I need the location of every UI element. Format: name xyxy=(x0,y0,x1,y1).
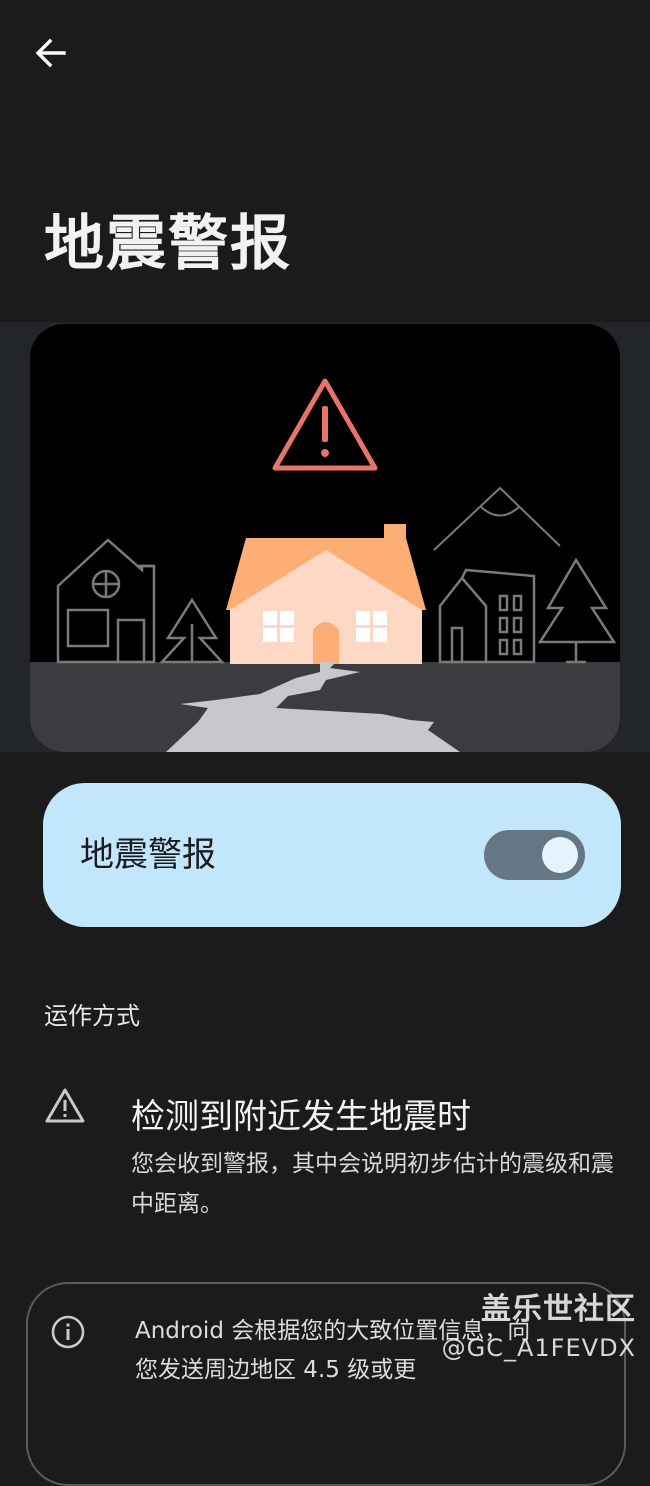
detect-item-title: 检测到附近发生地震时 xyxy=(131,1097,471,1137)
back-button[interactable] xyxy=(26,28,76,78)
arrow-left-icon xyxy=(35,38,66,68)
toggle-switch[interactable] xyxy=(484,830,585,880)
info-circle-icon xyxy=(51,1315,85,1349)
left-house-outline xyxy=(56,538,156,664)
earthquake-illustration xyxy=(30,324,620,752)
section-header: 运作方式 xyxy=(44,1002,140,1030)
tree-outline xyxy=(159,597,225,664)
mountain-outline xyxy=(433,486,561,551)
toggle-switch-thumb xyxy=(542,837,578,873)
page-title: 地震警报 xyxy=(44,209,292,279)
toggle-label: 地震警报 xyxy=(80,835,216,875)
warning-triangle-icon xyxy=(45,1088,85,1123)
pine-tree-outline xyxy=(537,557,617,664)
center-house xyxy=(226,524,426,664)
watermark-handle: @GC_A1FEVDX xyxy=(441,1334,636,1362)
warning-triangle-icon xyxy=(272,378,378,471)
earthquake-alerts-toggle[interactable]: 地震警报 xyxy=(43,783,621,927)
watermark: 盖乐世社区 @GC_A1FEVDX xyxy=(442,1290,636,1366)
detect-item-description: 您会收到警报，其中会说明初步估计的震级和震中距离。 xyxy=(131,1151,614,1217)
watermark-title: 盖乐世社区 xyxy=(481,1292,636,1327)
right-building-outline xyxy=(438,568,536,664)
